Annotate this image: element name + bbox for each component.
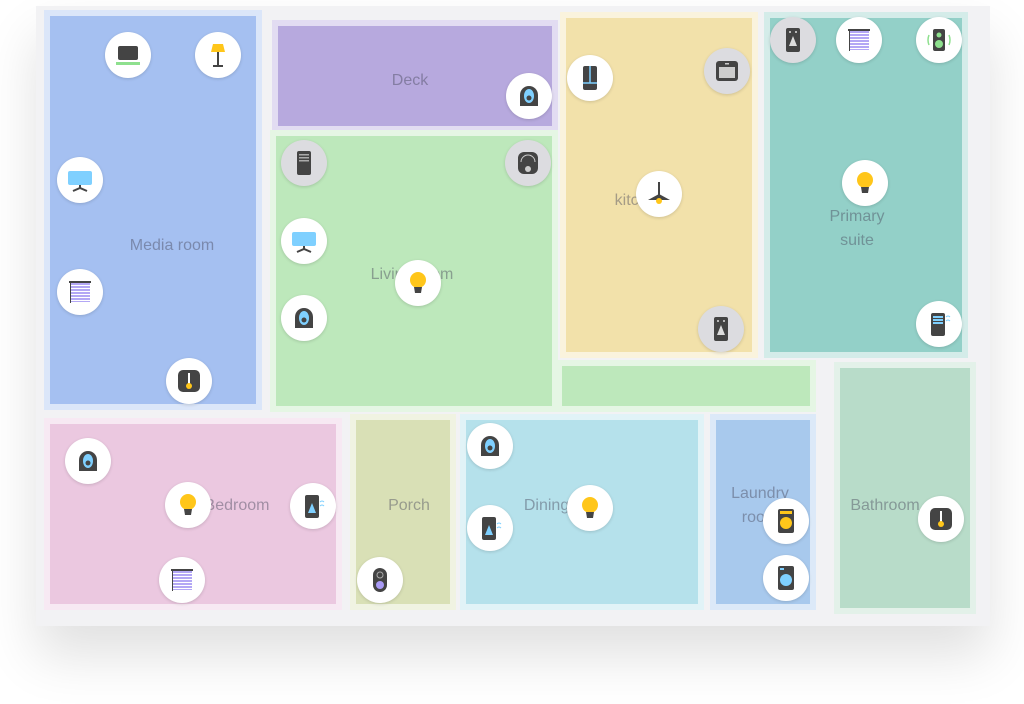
pendant-light-icon [648, 182, 670, 204]
room-label: Primary suite [829, 208, 885, 249]
air-purifier-icon [786, 28, 800, 52]
device-router-button[interactable] [281, 140, 327, 186]
floor-lamp-icon [211, 44, 225, 67]
blinds-icon [69, 281, 91, 303]
device-tv-button[interactable] [281, 218, 327, 264]
bulb-icon [180, 494, 196, 515]
device-camera-button[interactable] [506, 73, 552, 119]
device-speaker-button[interactable] [916, 17, 962, 63]
bulb-icon [410, 272, 426, 293]
blinds-icon [848, 29, 870, 51]
device-pendant-light-button[interactable] [636, 171, 682, 217]
bulb-icon [857, 172, 873, 193]
room-label: Porch [388, 497, 430, 514]
dryer-icon [778, 509, 794, 533]
device-camera-button[interactable] [467, 423, 513, 469]
humidifier-icon [305, 495, 325, 518]
bulb-icon [582, 497, 598, 518]
device-floor-lamp-button[interactable] [195, 32, 241, 78]
device-bulb-button[interactable] [567, 485, 613, 531]
device-humidifier-button[interactable] [290, 483, 336, 529]
tv-icon [68, 171, 92, 192]
washer-icon [778, 566, 794, 590]
device-air-purifier-button[interactable] [698, 306, 744, 352]
living-room-hallway [556, 360, 816, 412]
device-washer-button[interactable] [763, 555, 809, 601]
device-blinds-button[interactable] [159, 557, 205, 603]
fridge-icon [583, 66, 597, 90]
device-blinds-button[interactable] [57, 269, 103, 315]
thermostat-icon [178, 370, 200, 392]
camera-icon [481, 436, 499, 456]
tv-icon [292, 232, 316, 253]
air-purifier-icon [714, 317, 728, 341]
room-label: Media room [129, 237, 215, 254]
humidifier-icon [482, 517, 502, 540]
device-air-purifier-button[interactable] [770, 17, 816, 63]
device-camera-button[interactable] [65, 438, 111, 484]
device-blinds-button[interactable] [836, 17, 882, 63]
floor-plan: Media roomDeckLiving roomkitchenPrimary … [36, 6, 990, 626]
device-bulb-button[interactable] [395, 260, 441, 306]
doorbell-icon [373, 568, 387, 592]
device-thermostat-button[interactable] [918, 496, 964, 542]
device-camera-button[interactable] [281, 295, 327, 341]
device-thermostat-button[interactable] [166, 358, 212, 404]
blinds-icon [171, 569, 193, 591]
speaker-icon [927, 29, 951, 51]
display-icon [116, 46, 140, 65]
device-bulb-button[interactable] [165, 482, 211, 528]
room-label: Bedroom [204, 497, 270, 514]
oven-icon [716, 61, 738, 81]
device-tv-button[interactable] [57, 157, 103, 203]
room-bathroom[interactable] [834, 362, 976, 614]
camera-icon [79, 451, 97, 471]
device-oven-button[interactable] [704, 48, 750, 94]
room-label: Deck [391, 72, 429, 89]
air-conditioner-icon [931, 313, 951, 336]
device-doorbell-button[interactable] [357, 557, 403, 603]
device-air-conditioner-button[interactable] [916, 301, 962, 347]
room-label: Bathroom [850, 497, 920, 514]
thermostat-icon [930, 508, 952, 530]
device-humidifier-button[interactable] [467, 505, 513, 551]
device-display-button[interactable] [105, 32, 151, 78]
camera-icon [295, 308, 313, 328]
camera-icon [520, 86, 538, 106]
router-icon [297, 151, 311, 175]
device-fridge-button[interactable] [567, 55, 613, 101]
device-dryer-button[interactable] [763, 498, 809, 544]
robot-vacuum-icon [518, 152, 538, 174]
device-robot-vacuum-button[interactable] [505, 140, 551, 186]
device-bulb-button[interactable] [842, 160, 888, 206]
